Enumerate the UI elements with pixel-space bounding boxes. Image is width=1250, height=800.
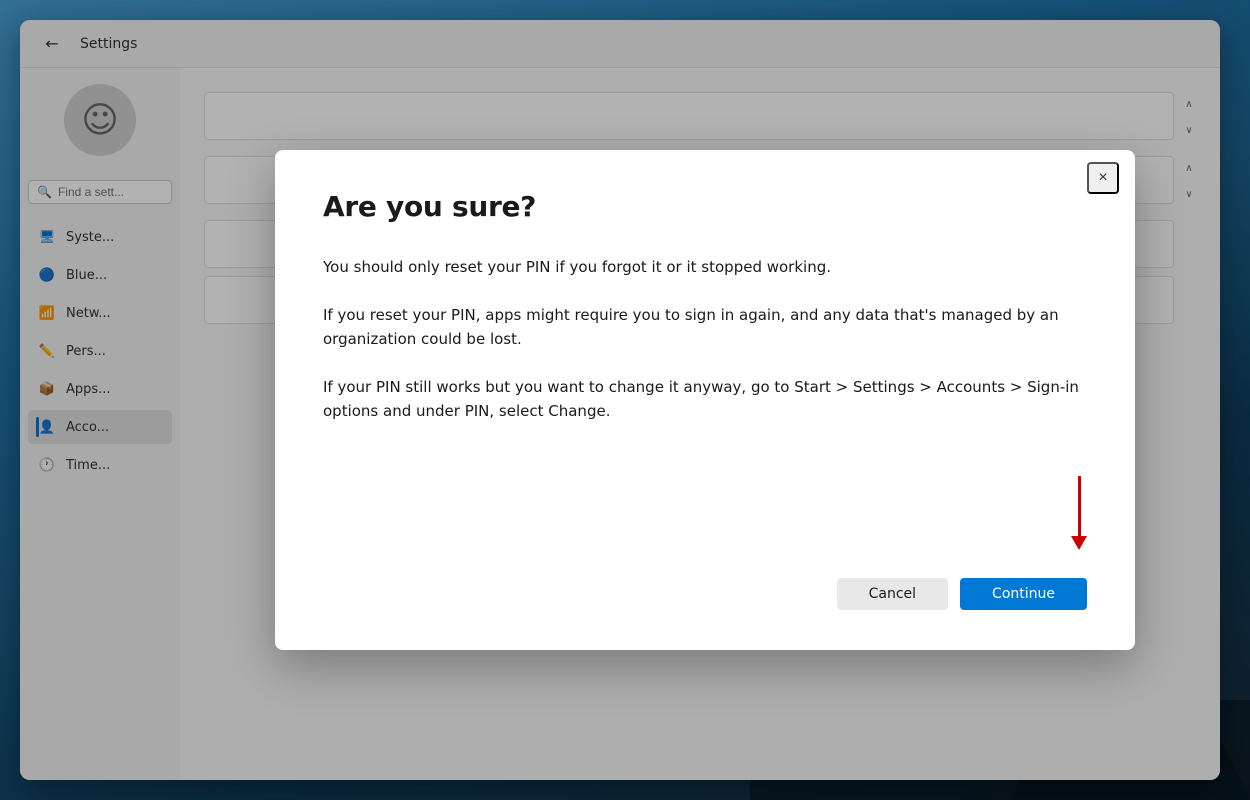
red-arrow-annotation <box>1071 476 1087 550</box>
dialog-paragraph-2: If you reset your PIN, apps might requir… <box>323 303 1087 351</box>
dialog-paragraph-3: If your PIN still works but you want to … <box>323 375 1087 423</box>
pin-reset-dialog: × Are you sure? You should only reset yo… <box>275 150 1135 650</box>
dialog-body: You should only reset your PIN if you fo… <box>323 255 1087 538</box>
arrow-line <box>1078 476 1081 536</box>
dialog-title: Are you sure? <box>323 190 1087 223</box>
dialog-paragraph-1: You should only reset your PIN if you fo… <box>323 255 1087 279</box>
continue-button[interactable]: Continue <box>960 578 1087 610</box>
arrow-head <box>1071 536 1087 550</box>
close-icon: × <box>1098 169 1107 187</box>
dialog-overlay: × Are you sure? You should only reset yo… <box>0 0 1250 800</box>
cancel-button[interactable]: Cancel <box>837 578 948 610</box>
dialog-close-button[interactable]: × <box>1087 162 1119 194</box>
dialog-footer: Cancel Continue <box>323 578 1087 610</box>
